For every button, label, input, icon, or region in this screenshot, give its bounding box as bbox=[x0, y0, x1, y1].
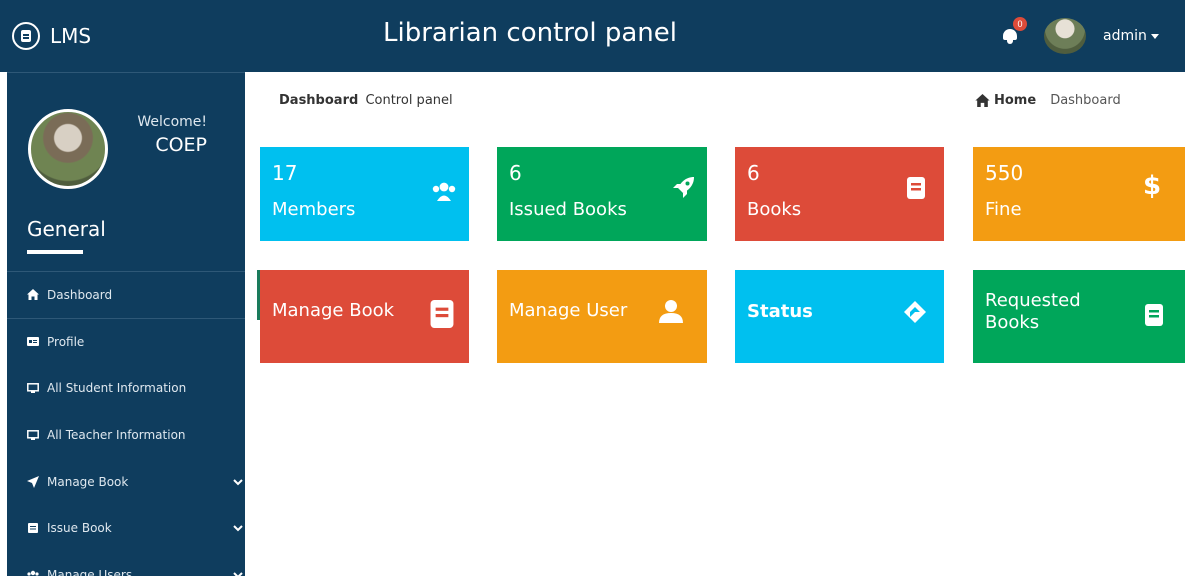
sidebar-item-manage-users[interactable]: Manage Users bbox=[7, 552, 245, 576]
manage-book-tile[interactable]: Manage Book bbox=[260, 270, 469, 363]
divider bbox=[7, 72, 245, 73]
sidebar-item-all-teacher-information[interactable]: All Teacher Information bbox=[7, 412, 245, 459]
sidebar-username: COEP bbox=[155, 134, 207, 156]
sidebar-item-label: Manage Book bbox=[47, 474, 129, 489]
sidebar-section-title: General bbox=[27, 217, 106, 241]
tile-label: Books bbox=[747, 199, 802, 220]
paper-plane-icon bbox=[27, 475, 39, 488]
chevron-down-icon bbox=[233, 521, 243, 535]
sidebar-nav: Dashboard Profile All Student Informatio… bbox=[7, 272, 245, 576]
book-icon bbox=[1145, 304, 1163, 331]
tile-label: Manage User bbox=[509, 300, 628, 321]
user-menu-toggle[interactable]: admin bbox=[1103, 28, 1159, 44]
sidebar-item-all-student-information[interactable]: All Student Information bbox=[7, 365, 245, 412]
tile-label: Manage Book bbox=[272, 300, 395, 321]
monitor-icon bbox=[27, 429, 39, 441]
page-header-title: Librarian control panel bbox=[383, 18, 677, 48]
profile-avatar bbox=[28, 109, 108, 189]
book-icon bbox=[907, 177, 925, 204]
manage-user-tile[interactable]: Manage User bbox=[497, 270, 707, 363]
tile-number: 17 bbox=[272, 161, 298, 185]
members-tile[interactable]: 17 Members bbox=[260, 147, 469, 241]
sidebar-item-manage-book[interactable]: Manage Book bbox=[7, 458, 245, 505]
book-icon bbox=[27, 523, 39, 534]
home-icon bbox=[27, 289, 39, 301]
book-icon bbox=[430, 300, 454, 333]
sidebar-item-issue-book[interactable]: Issue Book bbox=[7, 505, 245, 552]
welcome-text: Welcome! bbox=[137, 114, 207, 130]
content-header: Dashboard Control panel bbox=[279, 93, 453, 108]
tile-label: Fine bbox=[985, 199, 1022, 220]
fine-tile[interactable]: 550 Fine $ bbox=[973, 147, 1185, 241]
book-icon bbox=[12, 22, 40, 50]
tile-label: Members bbox=[272, 199, 356, 220]
sidebar-item-label: Profile bbox=[47, 334, 85, 349]
tile-label: Status bbox=[747, 301, 813, 322]
tile-label: Issued Books bbox=[509, 199, 627, 220]
top-navbar: LMS Librarian control panel 0 admin bbox=[0, 0, 1185, 72]
content-title: Dashboard bbox=[279, 93, 359, 108]
breadcrumb-current: Dashboard bbox=[1050, 93, 1121, 108]
users-icon bbox=[27, 570, 39, 576]
id-card-icon bbox=[27, 337, 39, 347]
user-menu-label: admin bbox=[1103, 28, 1147, 44]
caret-down-icon bbox=[1150, 33, 1159, 39]
sidebar: Welcome! COEP General Dashboard Profile … bbox=[7, 72, 245, 576]
users-icon bbox=[432, 181, 456, 206]
layers-icon bbox=[903, 300, 927, 329]
chevron-down-icon bbox=[233, 475, 243, 489]
brand-text: LMS bbox=[50, 24, 92, 48]
requested-books-tile[interactable]: Requested Books bbox=[973, 270, 1185, 363]
tile-number: 6 bbox=[747, 161, 760, 185]
breadcrumb: Home Dashboard bbox=[975, 93, 1121, 108]
user-avatar[interactable] bbox=[1044, 18, 1086, 54]
breadcrumb-home-label: Home bbox=[994, 93, 1037, 108]
home-icon bbox=[975, 94, 990, 107]
books-tile[interactable]: 6 Books bbox=[735, 147, 944, 241]
sidebar-item-label: Manage Users bbox=[47, 567, 133, 576]
sidebar-item-label: All Teacher Information bbox=[47, 428, 186, 443]
notification-badge: 0 bbox=[1013, 17, 1027, 31]
issued-books-tile[interactable]: 6 Issued Books bbox=[497, 147, 707, 241]
sidebar-item-label: Dashboard bbox=[47, 287, 113, 302]
sidebar-item-label: All Student Information bbox=[47, 381, 187, 396]
tile-number: 550 bbox=[985, 161, 1024, 185]
tile-number: 6 bbox=[509, 161, 522, 185]
status-tile[interactable]: Status bbox=[735, 270, 944, 363]
sidebar-item-dashboard[interactable]: Dashboard bbox=[7, 272, 245, 319]
dollar-icon: $ bbox=[1143, 171, 1162, 201]
chevron-down-icon bbox=[233, 568, 243, 576]
brand-link[interactable]: LMS bbox=[12, 22, 91, 50]
tile-label: Requested Books bbox=[985, 290, 1081, 333]
monitor-icon bbox=[27, 383, 39, 394]
breadcrumb-home-link[interactable]: Home bbox=[975, 93, 1036, 108]
sidebar-item-label: Issue Book bbox=[47, 521, 112, 536]
rocket-icon bbox=[670, 175, 696, 206]
section-underline bbox=[27, 250, 83, 254]
content-subtitle: Control panel bbox=[365, 93, 453, 108]
sidebar-item-profile[interactable]: Profile bbox=[7, 319, 245, 366]
user-icon bbox=[658, 298, 684, 329]
